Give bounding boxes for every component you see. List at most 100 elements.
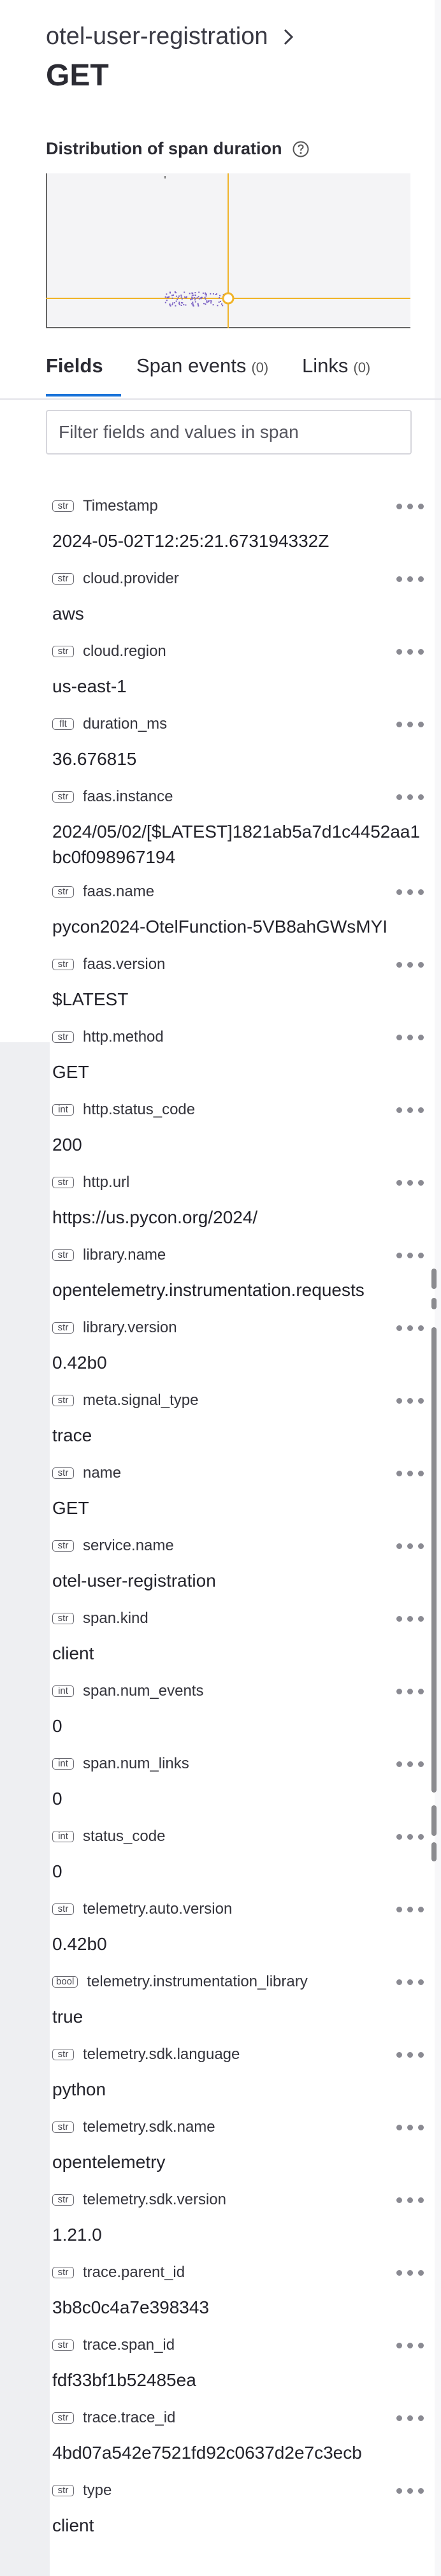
more-options-icon[interactable] xyxy=(396,1251,428,1260)
field-value[interactable]: 0 xyxy=(52,1859,428,1884)
more-options-icon[interactable] xyxy=(396,2123,428,2132)
more-options-icon[interactable] xyxy=(396,1105,428,1114)
field-value[interactable]: 0 xyxy=(52,1714,428,1739)
field-value[interactable]: 1.21.0 xyxy=(52,2222,428,2248)
field-row[interactable]: str library.name opentelemetry.instrumenta… xyxy=(46,1246,435,1318)
more-options-icon[interactable] xyxy=(396,574,428,583)
field-value[interactable]: python xyxy=(52,2077,428,2102)
field-value[interactable]: 3b8c0c4a7e398343 xyxy=(52,2295,428,2320)
more-options-icon[interactable] xyxy=(396,1687,428,1696)
span-point xyxy=(171,303,173,305)
tab-fields[interactable]: Fields xyxy=(46,354,103,377)
field-row[interactable]: str type client xyxy=(46,2481,435,2554)
more-options-icon[interactable] xyxy=(396,1541,428,1550)
more-options-icon[interactable] xyxy=(396,647,428,656)
more-options-icon[interactable] xyxy=(396,2195,428,2204)
field-value[interactable]: 2024/05/02/[$LATEST]1821ab5a7d1c4452aa1b… xyxy=(52,819,428,870)
field-value[interactable]: 0.42b0 xyxy=(52,1932,428,1957)
field-row[interactable]: str faas.instance 2024/05/02/[$LATEST]1821… xyxy=(46,787,435,883)
more-options-icon[interactable] xyxy=(396,2413,428,2422)
field-value[interactable]: GET xyxy=(52,1495,428,1521)
tab-links[interactable]: Links (0) xyxy=(302,354,370,377)
field-row[interactable]: flt duration_ms 36.676815 xyxy=(46,715,435,787)
breadcrumb-service[interactable]: otel-user-registration xyxy=(46,23,268,50)
field-row[interactable]: str service.name otel-user-registration xyxy=(46,1536,435,1609)
field-row[interactable]: bool telemetry.instrumentation_library tru… xyxy=(46,1972,435,2045)
tab-span-events[interactable]: Span events (0) xyxy=(136,354,268,377)
field-value[interactable]: true xyxy=(52,2004,428,2030)
help-icon[interactable] xyxy=(292,140,310,158)
more-options-icon[interactable] xyxy=(396,2050,428,2059)
field-value[interactable]: 2024-05-02T12:25:21.673194332Z xyxy=(52,528,428,554)
field-value[interactable]: aws xyxy=(52,601,428,627)
field-row[interactable]: str faas.name pycon2024-OtelFunction-5VB8a… xyxy=(46,882,435,955)
field-value[interactable]: otel-user-registration xyxy=(52,1568,428,1594)
field-row[interactable]: str faas.version $LATEST xyxy=(46,955,435,1028)
field-row[interactable]: int span.num_events 0 xyxy=(46,1682,435,1754)
field-value[interactable]: client xyxy=(52,2513,428,2538)
scrollbar-thumb[interactable] xyxy=(431,1269,437,1289)
more-options-icon[interactable] xyxy=(396,1033,428,1042)
field-value[interactable]: pycon2024-OtelFunction-5VB8ahGWsMYI xyxy=(52,914,428,940)
field-row[interactable]: str meta.signal_type trace xyxy=(46,1391,435,1464)
field-row[interactable]: int span.num_links 0 xyxy=(46,1754,435,1827)
field-value[interactable]: https://us.pycon.org/2024/ xyxy=(52,1205,428,1230)
duration-distribution-plot[interactable] xyxy=(46,173,410,328)
more-options-icon[interactable] xyxy=(396,2486,428,2495)
field-row[interactable]: str telemetry.sdk.name opentelemetry xyxy=(46,2118,435,2190)
more-options-icon[interactable] xyxy=(396,2341,428,2350)
field-value[interactable]: 4bd07a542e7521fd92c0637d2e7c3ecb xyxy=(52,2440,428,2466)
field-row[interactable]: str telemetry.sdk.language python xyxy=(46,2045,435,2118)
field-row[interactable]: str http.url https://us.pycon.org/2024/ xyxy=(46,1173,435,1246)
field-row[interactable]: str library.version 0.42b0 xyxy=(46,1318,435,1391)
field-value[interactable]: fdf33bf1b52485ea xyxy=(52,2368,428,2393)
field-row[interactable]: str trace.trace_id 4bd07a542e7521fd92c0637… xyxy=(46,2408,435,2481)
more-options-icon[interactable] xyxy=(396,960,428,969)
more-options-icon[interactable] xyxy=(396,1614,428,1623)
field-value[interactable]: trace xyxy=(52,1423,428,1448)
more-options-icon[interactable] xyxy=(396,1469,428,1478)
more-options-icon[interactable] xyxy=(396,887,428,896)
field-row[interactable]: str cloud.region us-east-1 xyxy=(46,642,435,715)
more-options-icon[interactable] xyxy=(396,1396,428,1405)
field-value[interactable]: opentelemetry xyxy=(52,2150,428,2175)
more-options-icon[interactable] xyxy=(396,2268,428,2277)
scrollbar[interactable] xyxy=(431,1269,437,1874)
field-value[interactable]: GET xyxy=(52,1059,428,1085)
selected-span-marker[interactable] xyxy=(222,292,235,305)
field-row[interactable]: str trace.parent_id 3b8c0c4a7e398343 xyxy=(46,2263,435,2336)
more-options-icon[interactable] xyxy=(396,1977,428,1986)
span-point xyxy=(198,291,200,293)
field-row[interactable]: str name GET xyxy=(46,1464,435,1536)
field-value[interactable]: 0 xyxy=(52,1786,428,1812)
more-options-icon[interactable] xyxy=(396,720,428,729)
span-point xyxy=(170,292,171,294)
field-row[interactable]: str Timestamp 2024-05-02T12:25:21.67319433… xyxy=(46,497,435,569)
field-value[interactable]: 0.42b0 xyxy=(52,1350,428,1376)
field-value[interactable]: $LATEST xyxy=(52,987,428,1012)
field-row[interactable]: str telemetry.sdk.version 1.21.0 xyxy=(46,2190,435,2263)
field-value[interactable]: client xyxy=(52,1641,428,1666)
field-value[interactable]: us-east-1 xyxy=(52,674,428,699)
more-options-icon[interactable] xyxy=(396,1178,428,1187)
field-row[interactable]: int status_code 0 xyxy=(46,1827,435,1900)
field-value[interactable]: opentelemetry.instrumentation.requests xyxy=(52,1277,428,1303)
more-options-icon[interactable] xyxy=(396,1832,428,1841)
field-value[interactable]: 200 xyxy=(52,1132,428,1158)
more-options-icon[interactable] xyxy=(396,1323,428,1332)
field-row[interactable]: str cloud.provider aws xyxy=(46,569,435,642)
duration-distribution-chart[interactable] xyxy=(46,173,410,328)
field-type-badge: str xyxy=(52,573,74,585)
filter-fields-input[interactable] xyxy=(46,410,412,455)
field-row[interactable]: str span.kind client xyxy=(46,1609,435,1682)
field-value[interactable]: 36.676815 xyxy=(52,746,428,772)
field-row[interactable]: str http.method GET xyxy=(46,1028,435,1100)
breadcrumb[interactable]: otel-user-registration xyxy=(46,23,296,50)
field-row[interactable]: int http.status_code 200 xyxy=(46,1100,435,1173)
more-options-icon[interactable] xyxy=(396,502,428,511)
field-row[interactable]: str trace.span_id fdf33bf1b52485ea xyxy=(46,2336,435,2408)
more-options-icon[interactable] xyxy=(396,1759,428,1768)
field-row[interactable]: str telemetry.auto.version 0.42b0 xyxy=(46,1900,435,1972)
more-options-icon[interactable] xyxy=(396,1905,428,1914)
more-options-icon[interactable] xyxy=(396,792,428,801)
